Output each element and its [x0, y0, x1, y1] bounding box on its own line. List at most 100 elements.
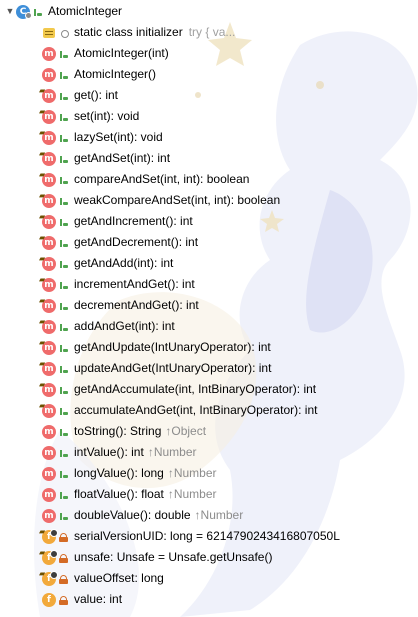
method-icon: m ▰ [39, 233, 56, 250]
initializer-icon [42, 26, 56, 40]
public-visibility-icon [59, 90, 69, 102]
member-signature: AtomicInteger(int) [74, 46, 169, 60]
field-icon: f ▰ [39, 548, 58, 565]
member-signature: updateAndGet(IntUnaryOperator): int [74, 361, 272, 375]
method-tree-item[interactable]: m ▰ accumulateAndGet(int, IntBinaryOperato… [39, 400, 318, 421]
member-signature: intValue(): int [74, 445, 144, 459]
inherited-from-label: ↑Object [165, 424, 207, 438]
method-tree-item[interactable]: m ▰ lazySet(int): void [39, 127, 163, 148]
member-signature: weakCompareAndSet(int, int): boolean [74, 193, 281, 207]
member-signature: doubleValue(): double [74, 508, 191, 522]
method-tree-item[interactable]: m ▰ get(): int [39, 85, 119, 106]
field-tree-item[interactable]: f ▰ serialVersionUID: long = 6214790243416… [39, 526, 340, 547]
member-signature: floatValue(): float [74, 487, 164, 501]
private-visibility-icon [59, 531, 69, 543]
inherited-from-label: ↑Number [167, 466, 217, 480]
method-icon: m [42, 466, 56, 481]
member-signature: longValue(): long [74, 466, 164, 480]
field-icon: f ▰ [39, 527, 58, 544]
method-icon: m ▰ [39, 317, 56, 334]
method-tree-item[interactable]: m ▰ getAndSet(int): int [39, 148, 171, 169]
public-visibility-icon [59, 300, 69, 312]
class-icon: C [16, 4, 32, 19]
method-icon: m [42, 67, 56, 82]
public-visibility-icon [59, 489, 69, 501]
method-tree-item[interactable]: m ▰ getAndAdd(int): int [39, 253, 174, 274]
public-visibility-icon [59, 132, 69, 144]
method-icon: m [42, 46, 56, 61]
public-visibility-icon [59, 510, 69, 522]
field-tree-item[interactable]: f ▰ valueOffset: long [39, 568, 164, 589]
method-icon: m ▰ [39, 254, 56, 271]
method-tree-item[interactable]: m AtomicInteger(int) [42, 43, 169, 64]
tree-root-class[interactable]: ▼ C AtomicInteger [4, 1, 122, 22]
member-signature: getAndAdd(int): int [74, 256, 174, 270]
public-visibility-icon [59, 363, 69, 375]
public-visibility-icon [59, 405, 69, 417]
member-signature: value: int [74, 592, 123, 606]
method-icon: m [42, 487, 56, 502]
private-visibility-icon [59, 552, 69, 564]
method-icon: m ▰ [39, 296, 56, 313]
method-tree-item[interactable]: m ▰ getAndIncrement(): int [39, 211, 193, 232]
method-icon: m ▰ [39, 401, 56, 418]
method-icon: m ▰ [39, 149, 56, 166]
public-visibility-icon [59, 216, 69, 228]
member-signature: getAndSet(int): int [74, 151, 171, 165]
member-signature: getAndIncrement(): int [74, 214, 193, 228]
method-tree-item[interactable]: m ▰ incrementAndGet(): int [39, 274, 195, 295]
field-tree-item[interactable]: f value: int [42, 589, 122, 610]
collapse-arrow-icon[interactable]: ▼ [4, 1, 16, 22]
method-tree-item[interactable]: m intValue(): int ↑Number [42, 442, 197, 463]
method-tree-item[interactable]: m ▰ getAndUpdate(IntUnaryOperator): int [39, 337, 271, 358]
field-tree-item[interactable]: f ▰ unsafe: Unsafe = Unsafe.getUnsafe() [39, 547, 272, 568]
member-signature: getAndUpdate(IntUnaryOperator): int [74, 340, 271, 354]
inherited-from-label: ↑Number [167, 487, 217, 501]
method-icon: m ▰ [39, 380, 56, 397]
member-signature: lazySet(int): void [74, 130, 163, 144]
public-visibility-icon [59, 321, 69, 333]
method-icon: m ▰ [39, 212, 56, 229]
public-visibility-icon [59, 153, 69, 165]
method-icon: m ▰ [39, 191, 56, 208]
method-tree-item[interactable]: m ▰ updateAndGet(IntUnaryOperator): int [39, 358, 272, 379]
method-icon: m ▰ [39, 170, 56, 187]
method-tree-item[interactable]: m floatValue(): float ↑Number [42, 484, 217, 505]
method-tree-item[interactable]: m AtomicInteger() [42, 64, 156, 85]
public-visibility-icon [59, 195, 69, 207]
initializer-tree-item[interactable]: static class initializer try { va... [42, 22, 235, 43]
member-signature: addAndGet(int): int [74, 319, 175, 333]
inherited-from-label: ↑Number [194, 508, 244, 522]
public-visibility-icon [59, 384, 69, 396]
class-name: AtomicInteger [48, 4, 123, 18]
method-tree-item[interactable]: m ▰ set(int): void [39, 106, 140, 127]
member-signature: decrementAndGet(): int [74, 298, 199, 312]
public-visibility-icon [33, 6, 43, 18]
member-signature: getAndAccumulate(int, IntBinaryOperator)… [74, 382, 317, 396]
member-signature: set(int): void [74, 109, 140, 123]
method-icon: m [42, 424, 56, 439]
method-icon: m ▰ [39, 338, 56, 355]
method-icon: m [42, 508, 56, 523]
method-icon: m ▰ [39, 107, 56, 124]
method-icon: m ▰ [39, 86, 56, 103]
member-hint: try { va... [188, 25, 236, 39]
method-tree-item[interactable]: m ▰ addAndGet(int): int [39, 316, 175, 337]
member-signature: get(): int [74, 88, 119, 102]
member-signature: toString(): String [74, 424, 162, 438]
member-signature: getAndDecrement(): int [74, 235, 199, 249]
inherited-from-label: ↑Number [147, 445, 197, 459]
method-tree-item[interactable]: m ▰ getAndDecrement(): int [39, 232, 199, 253]
method-icon: m ▰ [39, 359, 56, 376]
method-tree-item[interactable]: m ▰ getAndAccumulate(int, IntBinaryOperato… [39, 379, 317, 400]
method-tree-item[interactable]: m ▰ decrementAndGet(): int [39, 295, 199, 316]
member-signature: accumulateAndGet(int, IntBinaryOperator)… [74, 403, 318, 417]
method-icon: m ▰ [39, 128, 56, 145]
method-tree-item[interactable]: m doubleValue(): double ↑Number [42, 505, 243, 526]
method-tree-item[interactable]: m ▰ compareAndSet(int, int): boolean [39, 169, 249, 190]
method-tree-item[interactable]: m ▰ weakCompareAndSet(int, int): boolean [39, 190, 281, 211]
public-visibility-icon [59, 447, 69, 459]
method-tree-item[interactable]: m toString(): String ↑Object [42, 421, 206, 442]
public-visibility-icon [59, 258, 69, 270]
method-tree-item[interactable]: m longValue(): long ↑Number [42, 463, 217, 484]
